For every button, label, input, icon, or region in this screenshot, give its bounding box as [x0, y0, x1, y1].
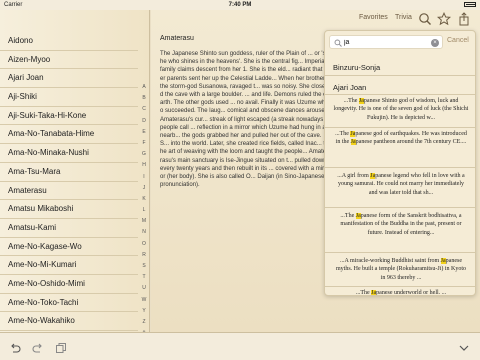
index-letter[interactable]: S: [139, 261, 149, 272]
copy-icon[interactable]: [55, 342, 67, 354]
index-letter[interactable]: O: [139, 239, 149, 250]
share-icon[interactable]: [457, 12, 471, 26]
search-bar: × Cancel: [329, 35, 473, 51]
top-toolbar: Favorites Trivia: [151, 10, 480, 28]
index-letter[interactable]: U: [139, 283, 149, 294]
list-item[interactable]: Aizen-Myoo: [0, 51, 138, 70]
article-title: Amaterasu: [160, 35, 194, 42]
chevron-down-icon[interactable]: [458, 342, 470, 354]
result-title: Ajari Joan: [333, 83, 367, 92]
deity-list: Aidono Aizen-Myoo Ajari Joan Aji-Shiki A…: [0, 32, 138, 331]
index-letter[interactable]: F: [139, 138, 149, 149]
result-row[interactable]: Ajari Joan: [325, 76, 475, 95]
result-snippet: ...The Japanese god of earthquakes. He w…: [335, 131, 467, 146]
trivia-button[interactable]: Trivia: [395, 14, 412, 21]
result-row[interactable]: Binzuru-Sonja: [325, 55, 475, 76]
list-item[interactable]: Ame-No-Toko-Tachi: [0, 294, 138, 313]
favorites-button[interactable]: Favorites: [359, 14, 388, 21]
redo-icon[interactable]: [32, 342, 44, 354]
clock: 7:40 PM: [228, 2, 252, 8]
index-letter[interactable]: I: [139, 172, 149, 183]
index-letter[interactable]: D: [139, 116, 149, 127]
list-item[interactable]: Amatsu Mikaboshi: [0, 200, 138, 219]
cancel-button[interactable]: Cancel: [447, 37, 469, 44]
index-letter[interactable]: T: [139, 272, 149, 283]
list-item[interactable]: Ama-No-Tanabata-Hime: [0, 125, 138, 145]
result-snippet: ...The Japanese Shinto god of wisdom, lu…: [333, 98, 469, 121]
search-input[interactable]: [344, 37, 428, 48]
index-letter[interactable]: J: [139, 183, 149, 194]
index-letter[interactable]: W: [139, 295, 149, 306]
index-letter[interactable]: A: [139, 82, 149, 93]
result-row[interactable]: ...The Japanese underworld or hell. ...: [325, 287, 475, 296]
search-icon[interactable]: [418, 12, 432, 26]
index-letter[interactable]: G: [139, 149, 149, 160]
index-letter[interactable]: E: [139, 127, 149, 138]
magnifier-icon: [334, 39, 342, 47]
result-row[interactable]: ...A girl from Japanese legend who fell …: [325, 168, 475, 208]
list-item[interactable]: Ama-No-Minaka-Nushi: [0, 144, 138, 163]
battery-icon: [462, 0, 476, 10]
index-letter[interactable]: M: [139, 216, 149, 227]
list-item[interactable]: Ama-Tsu-Mara: [0, 163, 138, 182]
result-snippet: ...The Japanese form of the Sanskrit bod…: [340, 213, 462, 236]
result-title: Binzuru-Sonja: [333, 63, 381, 72]
deity-list-panel: Aidono Aizen-Myoo Ajari Joan Aji-Shiki A…: [0, 10, 150, 336]
result-row[interactable]: ...The Japanese god of earthquakes. He w…: [325, 128, 475, 168]
star-icon[interactable]: [437, 12, 451, 26]
bottom-toolbar: [0, 332, 480, 360]
index-letter[interactable]: C: [139, 104, 149, 115]
index-letter[interactable]: R: [139, 250, 149, 261]
list-item[interactable]: Aidono: [0, 32, 138, 51]
result-snippet: ...The Japanese underworld or hell. ...: [355, 290, 447, 296]
list-item[interactable]: Amaterasu: [0, 182, 138, 201]
status-bar: Carrier 7:40 PM: [0, 0, 480, 10]
list-item[interactable]: Aji-Shiki: [0, 88, 138, 107]
result-snippet: ...A miracle-working Buddhist saint from…: [336, 258, 466, 281]
search-popover: × Cancel Binzuru-Sonja Ajari Joan ...The…: [324, 30, 476, 296]
list-item[interactable]: Amatsu-Kami: [0, 219, 138, 238]
result-row[interactable]: ...A miracle-working Buddhist saint from…: [325, 253, 475, 287]
clear-icon[interactable]: ×: [431, 39, 439, 47]
index-letter[interactable]: Z: [139, 317, 149, 328]
index-letter[interactable]: N: [139, 227, 149, 238]
list-item[interactable]: Ame-No-Wakahiko: [0, 312, 138, 331]
undo-icon[interactable]: [9, 342, 21, 354]
section-index[interactable]: A B C D E F G H I J K L M N O R S T U W …: [139, 82, 149, 339]
article-body: The Japanese Shinto sun goddess, ruler o…: [160, 51, 328, 189]
list-item[interactable]: Ajari Joan: [0, 69, 138, 89]
result-row[interactable]: ...The Japanese form of the Sanskrit bod…: [325, 208, 475, 253]
index-letter[interactable]: L: [139, 205, 149, 216]
list-item[interactable]: Aji-Suki-Taka-Hi-Kone: [0, 107, 138, 126]
index-letter[interactable]: B: [139, 93, 149, 104]
index-letter[interactable]: H: [139, 160, 149, 171]
index-letter[interactable]: K: [139, 194, 149, 205]
list-item[interactable]: Ame-No-Kagase-Wo: [0, 238, 138, 257]
index-letter[interactable]: Y: [139, 306, 149, 317]
list-item[interactable]: Ame-No-Mi-Kumari: [0, 256, 138, 275]
result-snippet: ...A girl from Japanese legend who fell …: [337, 173, 465, 196]
result-row[interactable]: ...The Japanese Shinto god of wisdom, lu…: [325, 95, 475, 128]
list-item[interactable]: Ame-No-Oshido-Mimi: [0, 275, 138, 294]
search-field[interactable]: ×: [329, 35, 443, 49]
